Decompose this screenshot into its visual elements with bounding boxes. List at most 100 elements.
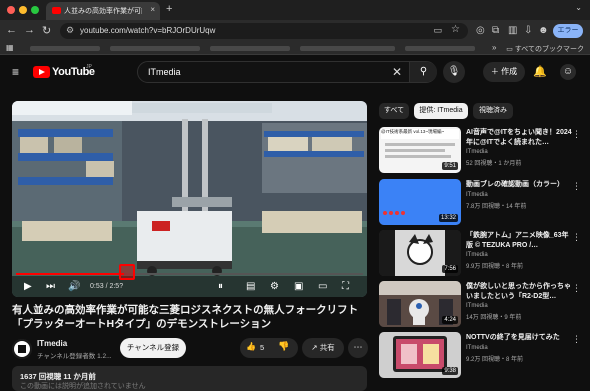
download-icon[interactable]: ⇩ (524, 25, 532, 36)
youtube-logo-icon[interactable] (33, 66, 50, 78)
search-button[interactable]: ⚲ (409, 62, 437, 82)
bookmark-item[interactable] (300, 46, 395, 51)
bookmark-star-icon[interactable]: ☆ (451, 24, 460, 35)
fullscreen-icon[interactable]: ⛶ (342, 279, 349, 295)
list-item[interactable]: 4:24 僕が欲しいと思ったから作っちゃいましたという「R2-D2型… ITme… (379, 281, 590, 331)
like-thumb-icon[interactable]: 👍 (246, 342, 256, 351)
forward-arrow-icon[interactable]: → (24, 24, 35, 36)
extension-icon[interactable]: ◎ (476, 25, 485, 36)
rec-title[interactable]: 「鉄腕アトム」アニメ映像_63年版 © TEZUKA PRO /… (466, 231, 574, 250)
rec-channel[interactable]: ITmedia (466, 192, 488, 198)
next-icon[interactable]: ⏭ (46, 279, 55, 295)
video-thumbnail[interactable]: 13:32 (379, 179, 461, 225)
all-bookmarks[interactable]: ▭ すべてのブックマーク (506, 44, 584, 54)
video-thumbnail[interactable]: @IT技術系最新 vol.13~現場編~ 9:51 (379, 127, 461, 173)
voice-search-mic-icon[interactable]: 🎙 (443, 61, 465, 83)
site-info-icon[interactable]: ⚙ (66, 25, 74, 36)
sidepanel-icon[interactable]: ▥ (508, 25, 517, 36)
list-item[interactable]: @IT技術系最新 vol.13~現場編~ 9:51 AI音声で@ITをちょい聞き… (379, 127, 590, 177)
search-box[interactable]: ITmedia ✕ ⚲ (137, 61, 437, 83)
bookmark-item[interactable] (30, 46, 100, 51)
rec-more-icon[interactable]: ⋮ (572, 334, 581, 345)
settings-gear-icon[interactable]: ⚙ (270, 279, 279, 295)
video-thumbnail[interactable]: 4:24 (379, 281, 461, 327)
channel-avatar[interactable] (12, 339, 32, 359)
create-button[interactable]: ＋ 作成 (483, 62, 525, 82)
video-frame (12, 101, 367, 297)
account-avatar[interactable]: ☺ (560, 64, 576, 80)
progress-bar[interactable] (16, 264, 363, 280)
share-button[interactable]: ↗ 共有 (302, 338, 344, 358)
chip-all[interactable]: すべて (379, 103, 409, 119)
tab-search-chevron-icon[interactable]: ⌄ (575, 3, 582, 12)
profile-error-button[interactable]: エラー (553, 24, 583, 38)
rec-title[interactable]: AI音声で@ITをちょい聞き！2024年に@ITでよく読まれた… (466, 128, 574, 147)
address-bar[interactable]: ⚙ youtube.com/watch?v=bRJOrDUrUqw ▭ ☆ (60, 23, 468, 39)
close-window-icon[interactable] (7, 6, 15, 14)
profile-icon[interactable]: ☻ (538, 25, 549, 36)
list-item[interactable]: 13:32 動画ブレの確認動画（カラー） ITmedia 7.8万 回視聴・14… (379, 179, 590, 229)
play-icon[interactable]: ▶ (24, 279, 32, 295)
dislike-thumb-icon[interactable]: 👎 (278, 341, 289, 352)
duration-badge: 7:56 (442, 265, 458, 273)
rec-channel[interactable]: ITmedia (466, 252, 488, 258)
autoplay-toggle-icon[interactable]: ⏸ (218, 279, 223, 295)
video-thumbnail[interactable]: 9:38 (379, 332, 461, 378)
rec-title[interactable]: 僕が欲しいと思ったから作っちゃいましたという「R2-D2型… (466, 282, 574, 301)
duration-badge: 9:51 (442, 162, 458, 170)
rec-channel[interactable]: ITmedia (466, 149, 488, 155)
share-label: 共有 (319, 343, 335, 352)
subtitles-icon[interactable]: ▤ (246, 279, 255, 295)
back-arrow-icon[interactable]: ← (6, 24, 17, 36)
bookmarks-bar: ▦ » ▭ すべてのブックマーク (0, 42, 590, 55)
apps-grid-icon[interactable]: ▦ (6, 43, 14, 52)
rec-title[interactable]: 動画ブレの確認動画（カラー） (466, 180, 574, 190)
rec-more-icon[interactable]: ⋮ (572, 129, 581, 140)
duration-badge: 4:24 (442, 316, 458, 324)
description-box[interactable]: 1637 回視聴 11 か月前 この動画には説明が追加されていません (12, 366, 367, 391)
rec-meta: 52 回視聴・1 か月前 (466, 161, 522, 167)
menu-icon[interactable]: ≡ (12, 65, 19, 79)
video-thumbnail[interactable]: 7:56 (379, 230, 461, 276)
chip-watched[interactable]: 視聴済み (473, 103, 513, 119)
video-title: 有人並みの高効率作業が可能な三菱ロジスネクストの無人フォークリフト「プラッターオ… (12, 304, 359, 330)
bookmark-item[interactable] (210, 46, 290, 51)
logo-region: JP (86, 64, 92, 70)
browser-toolbar: ← → ↻ ⚙ youtube.com/watch?v=bRJOrDUrUqw … (0, 20, 590, 42)
bookmark-overflow-icon[interactable]: » (492, 43, 496, 52)
search-input[interactable]: ITmedia (148, 67, 181, 77)
browser-titlebar: 人並みの高効率作業が可能な三 × + ⌄ (0, 0, 590, 20)
volume-icon[interactable]: 🔊 (68, 279, 80, 295)
player-controls: ▶ ⏭ 🔊 0:53 / 2:5? ⏸ ▤ ⚙ ▣ ▭ ⛶ (12, 279, 367, 295)
list-item[interactable]: 7:56 「鉄腕アトム」アニメ映像_63年版 © TEZUKA PRO /… I… (379, 230, 590, 280)
create-label: 作成 (501, 67, 518, 76)
notifications-bell-icon[interactable]: 🔔 (533, 65, 547, 78)
like-count[interactable]: 5 (260, 343, 264, 352)
more-actions-icon[interactable]: ⋯ (348, 338, 368, 358)
progress-scrubber-handle[interactable] (119, 264, 135, 280)
rec-more-icon[interactable]: ⋮ (572, 232, 581, 243)
bookmark-item[interactable] (110, 46, 200, 51)
video-player[interactable]: ▶ ⏭ 🔊 0:53 / 2:5? ⏸ ▤ ⚙ ▣ ▭ ⛶ (12, 101, 367, 297)
miniplayer-icon[interactable]: ▣ (294, 279, 303, 295)
maximize-window-icon[interactable] (31, 6, 39, 14)
rec-title[interactable]: NOTTVの終了を見届けてみた (466, 333, 574, 343)
minimize-window-icon[interactable] (19, 6, 27, 14)
rec-channel[interactable]: ITmedia (466, 303, 488, 309)
new-tab-button[interactable]: + (166, 3, 172, 15)
rec-more-icon[interactable]: ⋮ (572, 283, 581, 294)
subscribe-button[interactable]: チャンネル登録 (120, 338, 186, 358)
chip-itmedia[interactable]: 提供: ITmedia (414, 103, 468, 119)
clear-search-icon[interactable]: ✕ (392, 65, 402, 79)
list-item[interactable]: 9:38 NOTTVの終了を見届けてみた ITmedia 9.2万 回視聴・8 … (379, 332, 590, 382)
bookmark-item[interactable] (405, 46, 475, 51)
rec-more-icon[interactable]: ⋮ (572, 181, 581, 192)
rec-channel[interactable]: ITmedia (466, 345, 488, 351)
theater-mode-icon[interactable]: ▭ (318, 279, 327, 295)
tab-close-icon[interactable]: × (150, 5, 155, 14)
puzzle-icon[interactable]: ⧉ (492, 25, 499, 36)
browser-tab[interactable]: 人並みの高効率作業が可能な三 × (46, 2, 160, 20)
channel-name[interactable]: ITmedia (37, 339, 67, 348)
reload-icon[interactable]: ↻ (42, 24, 51, 37)
cast-icon[interactable]: ▭ (433, 25, 442, 36)
